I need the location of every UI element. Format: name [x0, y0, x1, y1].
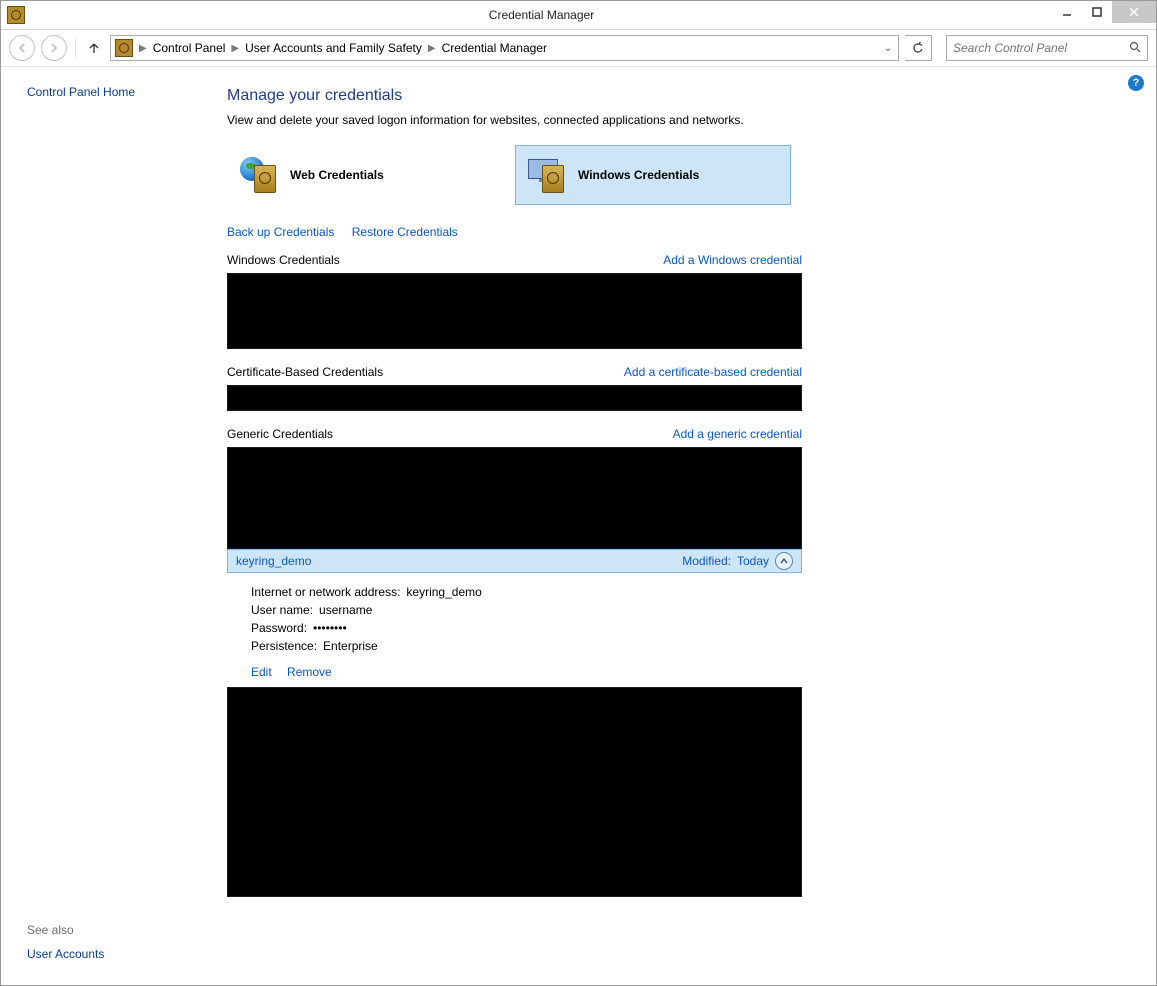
section-label: Generic Credentials: [227, 427, 333, 441]
chevron-right-icon: ▶: [229, 43, 241, 54]
search-input[interactable]: [947, 41, 1123, 55]
username-value: username: [319, 603, 372, 617]
edit-link[interactable]: Edit: [251, 665, 272, 679]
credential-name: keyring_demo: [236, 554, 311, 568]
redacted-block: [227, 687, 802, 897]
modified-value: Today: [737, 554, 769, 568]
password-value: ••••••••: [313, 621, 347, 635]
forward-button[interactable]: [41, 35, 67, 61]
certificate-credentials-section: Certificate-Based Credentials Add a cert…: [227, 365, 802, 411]
maximize-button[interactable]: [1082, 1, 1112, 23]
address-bar[interactable]: ▶ Control Panel ▶ User Accounts and Fami…: [110, 35, 899, 61]
user-accounts-link[interactable]: User Accounts: [27, 947, 104, 961]
close-button[interactable]: [1112, 1, 1156, 23]
credential-type-tiles: Web Credentials Windows Credentials: [227, 145, 802, 205]
windows-credentials-section: Windows Credentials Add a Windows creden…: [227, 253, 802, 349]
remove-link[interactable]: Remove: [287, 665, 332, 679]
web-credentials-icon: [236, 157, 282, 193]
control-panel-home-link[interactable]: Control Panel Home: [27, 85, 211, 99]
section-label: Certificate-Based Credentials: [227, 365, 383, 379]
breadcrumb-item[interactable]: User Accounts and Family Safety: [241, 41, 426, 55]
chevron-right-icon: ▶: [426, 43, 438, 54]
content: Manage your credentials View and delete …: [211, 67, 1156, 986]
window: Credential Manager ▶ Control Pa: [0, 0, 1157, 986]
up-button[interactable]: [84, 38, 104, 58]
windows-credentials-tile[interactable]: Windows Credentials: [515, 145, 791, 205]
body: ? Control Panel Home See also User Accou…: [1, 67, 1156, 986]
windows-credentials-icon: [524, 157, 570, 193]
redacted-block: [227, 273, 802, 349]
window-controls: [1052, 1, 1156, 29]
windows-credentials-label: Windows Credentials: [578, 168, 699, 182]
search-box[interactable]: [946, 35, 1148, 61]
app-icon: [7, 6, 25, 24]
address-value: keyring_demo: [406, 585, 481, 599]
page-title: Manage your credentials: [227, 87, 802, 105]
see-also-label: See also: [27, 923, 74, 937]
search-icon[interactable]: [1123, 41, 1147, 56]
add-certificate-credential-link[interactable]: Add a certificate-based credential: [624, 365, 802, 379]
chevron-up-icon[interactable]: [775, 552, 793, 570]
username-label: User name:: [251, 603, 313, 617]
credential-entry-header[interactable]: keyring_demo Modified: Today: [227, 549, 802, 573]
sidebar: Control Panel Home See also User Account…: [1, 67, 211, 986]
add-generic-credential-link[interactable]: Add a generic credential: [673, 427, 802, 441]
persistence-value: Enterprise: [323, 639, 378, 653]
redacted-block: [227, 385, 802, 411]
backup-restore-links: Back up Credentials Restore Credentials: [227, 225, 802, 239]
window-title: Credential Manager: [31, 8, 1052, 22]
navbar: ▶ Control Panel ▶ User Accounts and Fami…: [1, 30, 1156, 67]
breadcrumb-item[interactable]: Control Panel: [149, 41, 230, 55]
address-label: Internet or network address:: [251, 585, 400, 599]
modified-label: Modified:: [682, 554, 731, 568]
chevron-right-icon: ▶: [137, 43, 149, 54]
add-windows-credential-link[interactable]: Add a Windows credential: [663, 253, 802, 267]
section-label: Windows Credentials: [227, 253, 340, 267]
persistence-label: Persistence:: [251, 639, 317, 653]
minimize-button[interactable]: [1052, 1, 1082, 23]
back-button[interactable]: [9, 35, 35, 61]
web-credentials-tile[interactable]: Web Credentials: [227, 145, 503, 205]
redacted-block: [227, 447, 802, 549]
titlebar: Credential Manager: [1, 1, 1156, 30]
refresh-button[interactable]: [905, 35, 932, 61]
credential-actions: Edit Remove: [227, 665, 802, 687]
restore-credentials-link[interactable]: Restore Credentials: [352, 225, 458, 239]
address-dropdown-icon[interactable]: ⌄: [878, 43, 898, 54]
location-icon: [115, 39, 133, 57]
generic-credentials-section: Generic Credentials Add a generic creden…: [227, 427, 802, 897]
credential-details: Internet or network address: keyring_demo…: [227, 573, 802, 665]
page-subtitle: View and delete your saved logon informa…: [227, 113, 802, 127]
separator: [75, 38, 76, 58]
backup-credentials-link[interactable]: Back up Credentials: [227, 225, 334, 239]
web-credentials-label: Web Credentials: [290, 168, 384, 182]
breadcrumb-item[interactable]: Credential Manager: [438, 41, 551, 55]
password-label: Password:: [251, 621, 307, 635]
